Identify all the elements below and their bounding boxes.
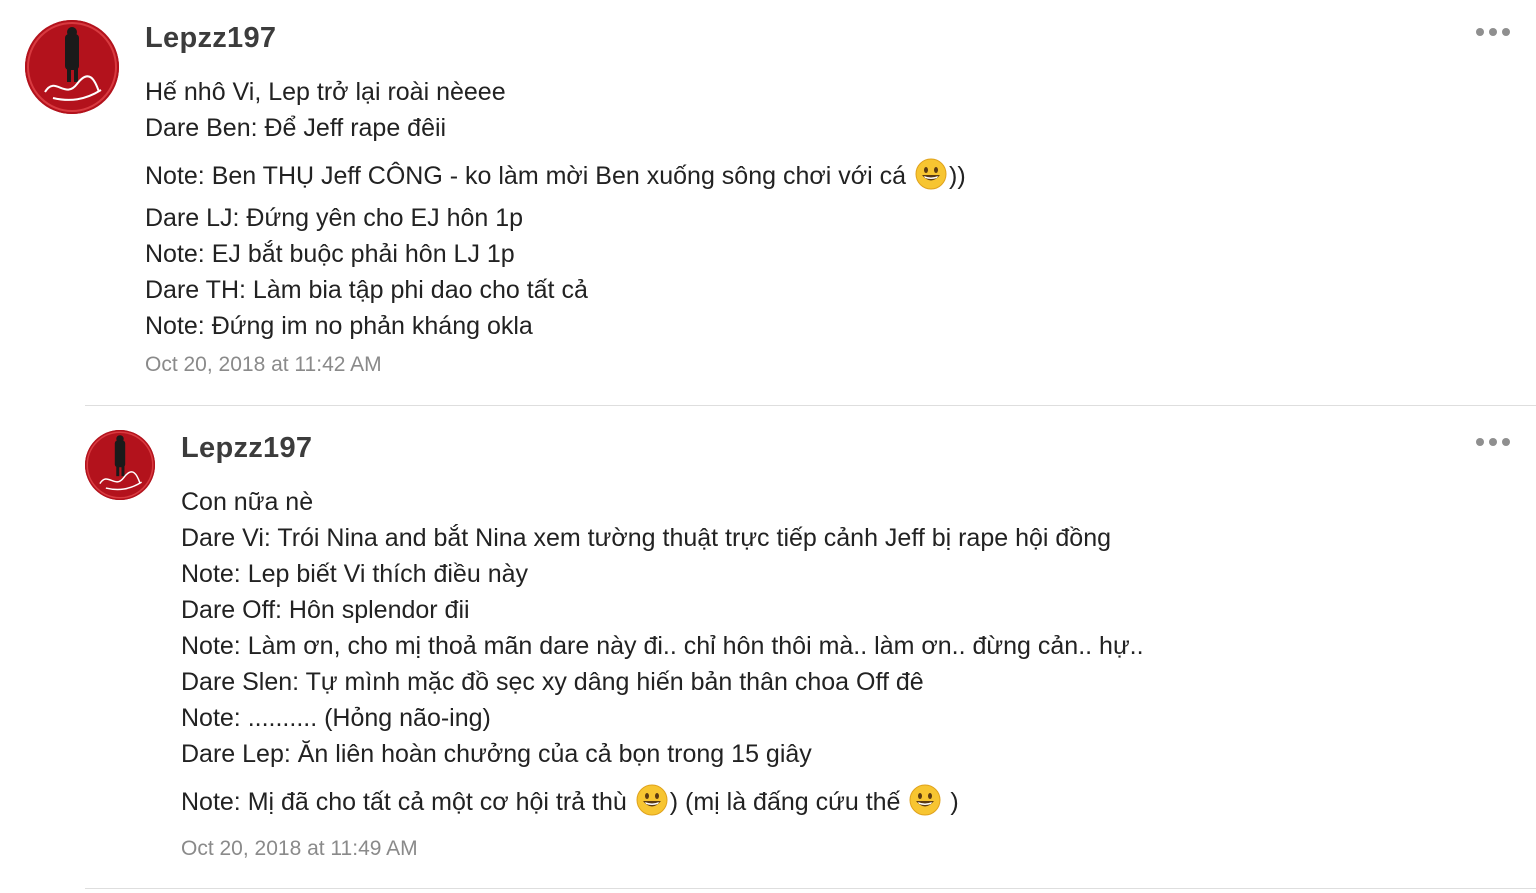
comment-body: Hế nhô Vi, Lep trở lại roài nèeee Dare B… (145, 74, 966, 344)
comment-line: Hế nhô Vi, Lep trở lại roài nèeee (145, 78, 506, 106)
comment-line: Note: Ben THỤ Jeff CÔNG - ko làm mời Ben… (145, 152, 966, 200)
avatar-image (25, 20, 119, 114)
grinning-face-emoji-icon (636, 784, 668, 816)
more-options-button[interactable] (1476, 26, 1516, 38)
comment-line: Note: Lep biết Vi thích điều này (181, 560, 528, 588)
comment-line: Dare Lep: Ăn liên hoàn chưởng của cả bọn… (181, 740, 812, 768)
more-options-icon (1476, 438, 1484, 446)
comment-line: Con nữa nè (181, 488, 314, 516)
comment-line: Note: Đứng im no phản kháng okla (145, 312, 533, 340)
divider (85, 405, 1536, 406)
more-options-button[interactable] (1476, 436, 1516, 448)
grinning-face-emoji-icon (909, 784, 941, 816)
avatar[interactable] (25, 20, 119, 114)
comment-timestamp: Oct 20, 2018 at 11:42 AM (145, 353, 382, 376)
more-options-icon (1476, 28, 1484, 36)
comment-line: Note: Mị đã cho tất cả một cơ hội trả th… (181, 778, 1144, 826)
comment-username[interactable]: Lepzz197 (181, 432, 312, 465)
comment-line: Dare Ben: Để Jeff rape đêii (145, 114, 447, 142)
comment-line: Dare TH: Làm bia tập phi dao cho tất cả (145, 276, 588, 304)
divider (85, 888, 1536, 889)
grinning-face-emoji-icon (915, 158, 947, 190)
avatar[interactable] (85, 430, 155, 500)
comment-username[interactable]: Lepzz197 (145, 22, 276, 55)
comment-line: Note: Làm ơn, cho mị thoả mãn dare này đ… (181, 632, 1144, 660)
comment-line: Dare Vi: Trói Nina and bắt Nina xem tườn… (181, 524, 1112, 552)
comment-line: Dare Slen: Tự mình mặc đồ sẹc xy dâng hi… (181, 668, 924, 696)
avatar-image (85, 430, 155, 500)
comment-line: Note: .......... (Hỏng não-ing) (181, 704, 491, 732)
comment-line: Dare LJ: Đứng yên cho EJ hôn 1p (145, 204, 524, 232)
comment-body: Con nữa nè Dare Vi: Trói Nina and bắt Ni… (181, 484, 1144, 826)
comment-line: Dare Off: Hôn splendor đii (181, 596, 470, 624)
comment-line: Note: EJ bắt buộc phải hôn LJ 1p (145, 240, 515, 268)
comment-timestamp: Oct 20, 2018 at 11:49 AM (181, 837, 418, 860)
